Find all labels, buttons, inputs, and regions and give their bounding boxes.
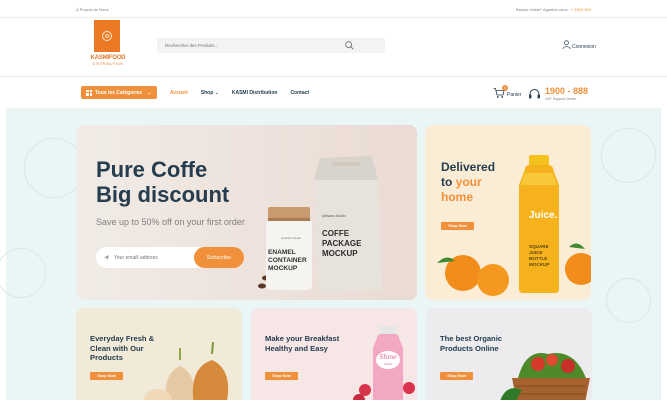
fresh-products-banner: Everyday Fresh & Clean with Our Products… <box>76 308 242 400</box>
hero-title: Pure Coffe Big discount <box>96 157 230 207</box>
organic-shop-now-button[interactable]: Shop Now <box>440 372 473 380</box>
help-phone[interactable]: + 1800 900 <box>571 7 591 12</box>
logo-sub: DISTRIBUTION <box>92 62 124 66</box>
delivery-title: Delivered to your home <box>441 160 496 204</box>
breakfast-title: Make your Breakfast Healthy and Easy <box>265 334 340 353</box>
logo-name: KASMIFOOD <box>90 55 126 61</box>
delivery-shop-now-button[interactable]: Shop Now <box>441 222 474 230</box>
organic-products-banner: The best Organic Products Online Shop No… <box>426 308 592 400</box>
headset-icon <box>529 89 540 99</box>
hero-subtitle: Save up to 50% off on your first order <box>96 217 245 227</box>
grid-icon <box>86 89 92 96</box>
breakfast-shop-now-button[interactable]: Shop Now <box>265 372 298 380</box>
nav-item-contact[interactable]: Contact <box>290 90 309 96</box>
login-label: Connexion <box>572 44 596 50</box>
juice-products-image: Juice. SQUARE JUICE BOTTLE MOCKUP <box>437 155 591 296</box>
svg-text:Studio: Studio <box>384 362 393 366</box>
help-prefix: Besoin d'aide? Appelez-nous : <box>516 7 570 12</box>
nav-item-kasmi-distribution[interactable]: KASMI Distribution <box>232 90 278 96</box>
top-bar: À Propos de Nous Besoin d'aide? Appelez-… <box>0 0 667 18</box>
email-input[interactable] <box>106 252 181 263</box>
svg-text:Artisans Studio: Artisans Studio <box>281 236 302 240</box>
svg-text:JUICE: JUICE <box>529 250 543 255</box>
svg-text:Juice.: Juice. <box>529 210 558 221</box>
svg-text:MOCKUP: MOCKUP <box>322 249 358 258</box>
all-categories-label: Tous les Catégories <box>95 89 143 96</box>
support-number[interactable]: 1900 - 888 <box>545 86 588 96</box>
svg-text:ENAMEL: ENAMEL <box>268 249 296 256</box>
vegetable-basket-image <box>500 353 590 400</box>
coffee-products-image: Artisans Studio COFFE PACKAGE MOCKUP Art… <box>258 156 382 293</box>
newsletter-form: Subscribe <box>96 247 244 268</box>
smoothie-bottle-image: Shine Studio <box>353 326 415 400</box>
svg-text:MOCKUP: MOCKUP <box>529 262 549 267</box>
organic-products-title: The best Organic Products Online <box>440 334 503 353</box>
all-categories-button[interactable]: Tous les Catégories ⌄ <box>81 86 157 99</box>
support-text: 24/7 Support Center <box>545 97 577 101</box>
cart-count-badge: 0 <box>502 85 508 91</box>
cart-button[interactable]: 0 Panier <box>493 85 523 101</box>
cart-label: Panier <box>507 92 522 98</box>
main-nav: Tous les Catégories ⌄ Accueil Shop ⌄ KAS… <box>0 76 667 108</box>
svg-text:CONTAINER: CONTAINER <box>268 257 307 264</box>
hero-coffee-banner: Pure Coffe Big discount Save up to 50% o… <box>76 125 417 300</box>
site-logo[interactable]: ✿ KASMIFOOD DISTRIBUTION <box>82 20 134 70</box>
nav-item-shop[interactable]: Shop ⌄ <box>201 90 219 96</box>
logo-emblem: ✿ <box>94 20 120 52</box>
support-center: 1900 - 888 24/7 Support Center <box>528 86 598 102</box>
search-icon[interactable] <box>344 40 355 51</box>
login-link[interactable]: Connexion <box>562 40 596 50</box>
breakfast-banner: Shine Studio Make your Breakfast Healthy… <box>251 308 417 400</box>
svg-text:MOCKUP: MOCKUP <box>268 265 298 272</box>
chevron-down-icon: ⌄ <box>147 89 152 96</box>
nav-menu: Accueil Shop ⌄ KASMI Distribution Contac… <box>170 90 322 96</box>
fresh-shop-now-button[interactable]: Shop Now <box>90 372 123 380</box>
search-input[interactable] <box>165 41 345 50</box>
fresh-products-title: Everyday Fresh & Clean with Our Products <box>90 334 155 363</box>
svg-text:SQUARE: SQUARE <box>529 244 549 249</box>
nav-item-accueil[interactable]: Accueil <box>170 90 188 96</box>
logo-mark-icon: ✿ <box>102 31 112 41</box>
delivery-banner: Juice. SQUARE JUICE BOTTLE MOCKUP Delive… <box>425 125 591 300</box>
svg-text:BOTTLE: BOTTLE <box>529 256 547 261</box>
about-link[interactable]: À Propos de Nous <box>76 7 108 12</box>
svg-text:PACKAGE: PACKAGE <box>322 239 362 248</box>
svg-text:COFFE: COFFE <box>322 229 350 238</box>
svg-text:Shine: Shine <box>379 354 397 361</box>
svg-text:Artisans Studio: Artisans Studio <box>322 214 346 218</box>
user-icon <box>562 40 571 50</box>
help-text: Besoin d'aide? Appelez-nous : + 1800 900 <box>516 7 591 12</box>
subscribe-button[interactable]: Subscribe <box>194 247 244 268</box>
search-bar <box>157 38 385 53</box>
